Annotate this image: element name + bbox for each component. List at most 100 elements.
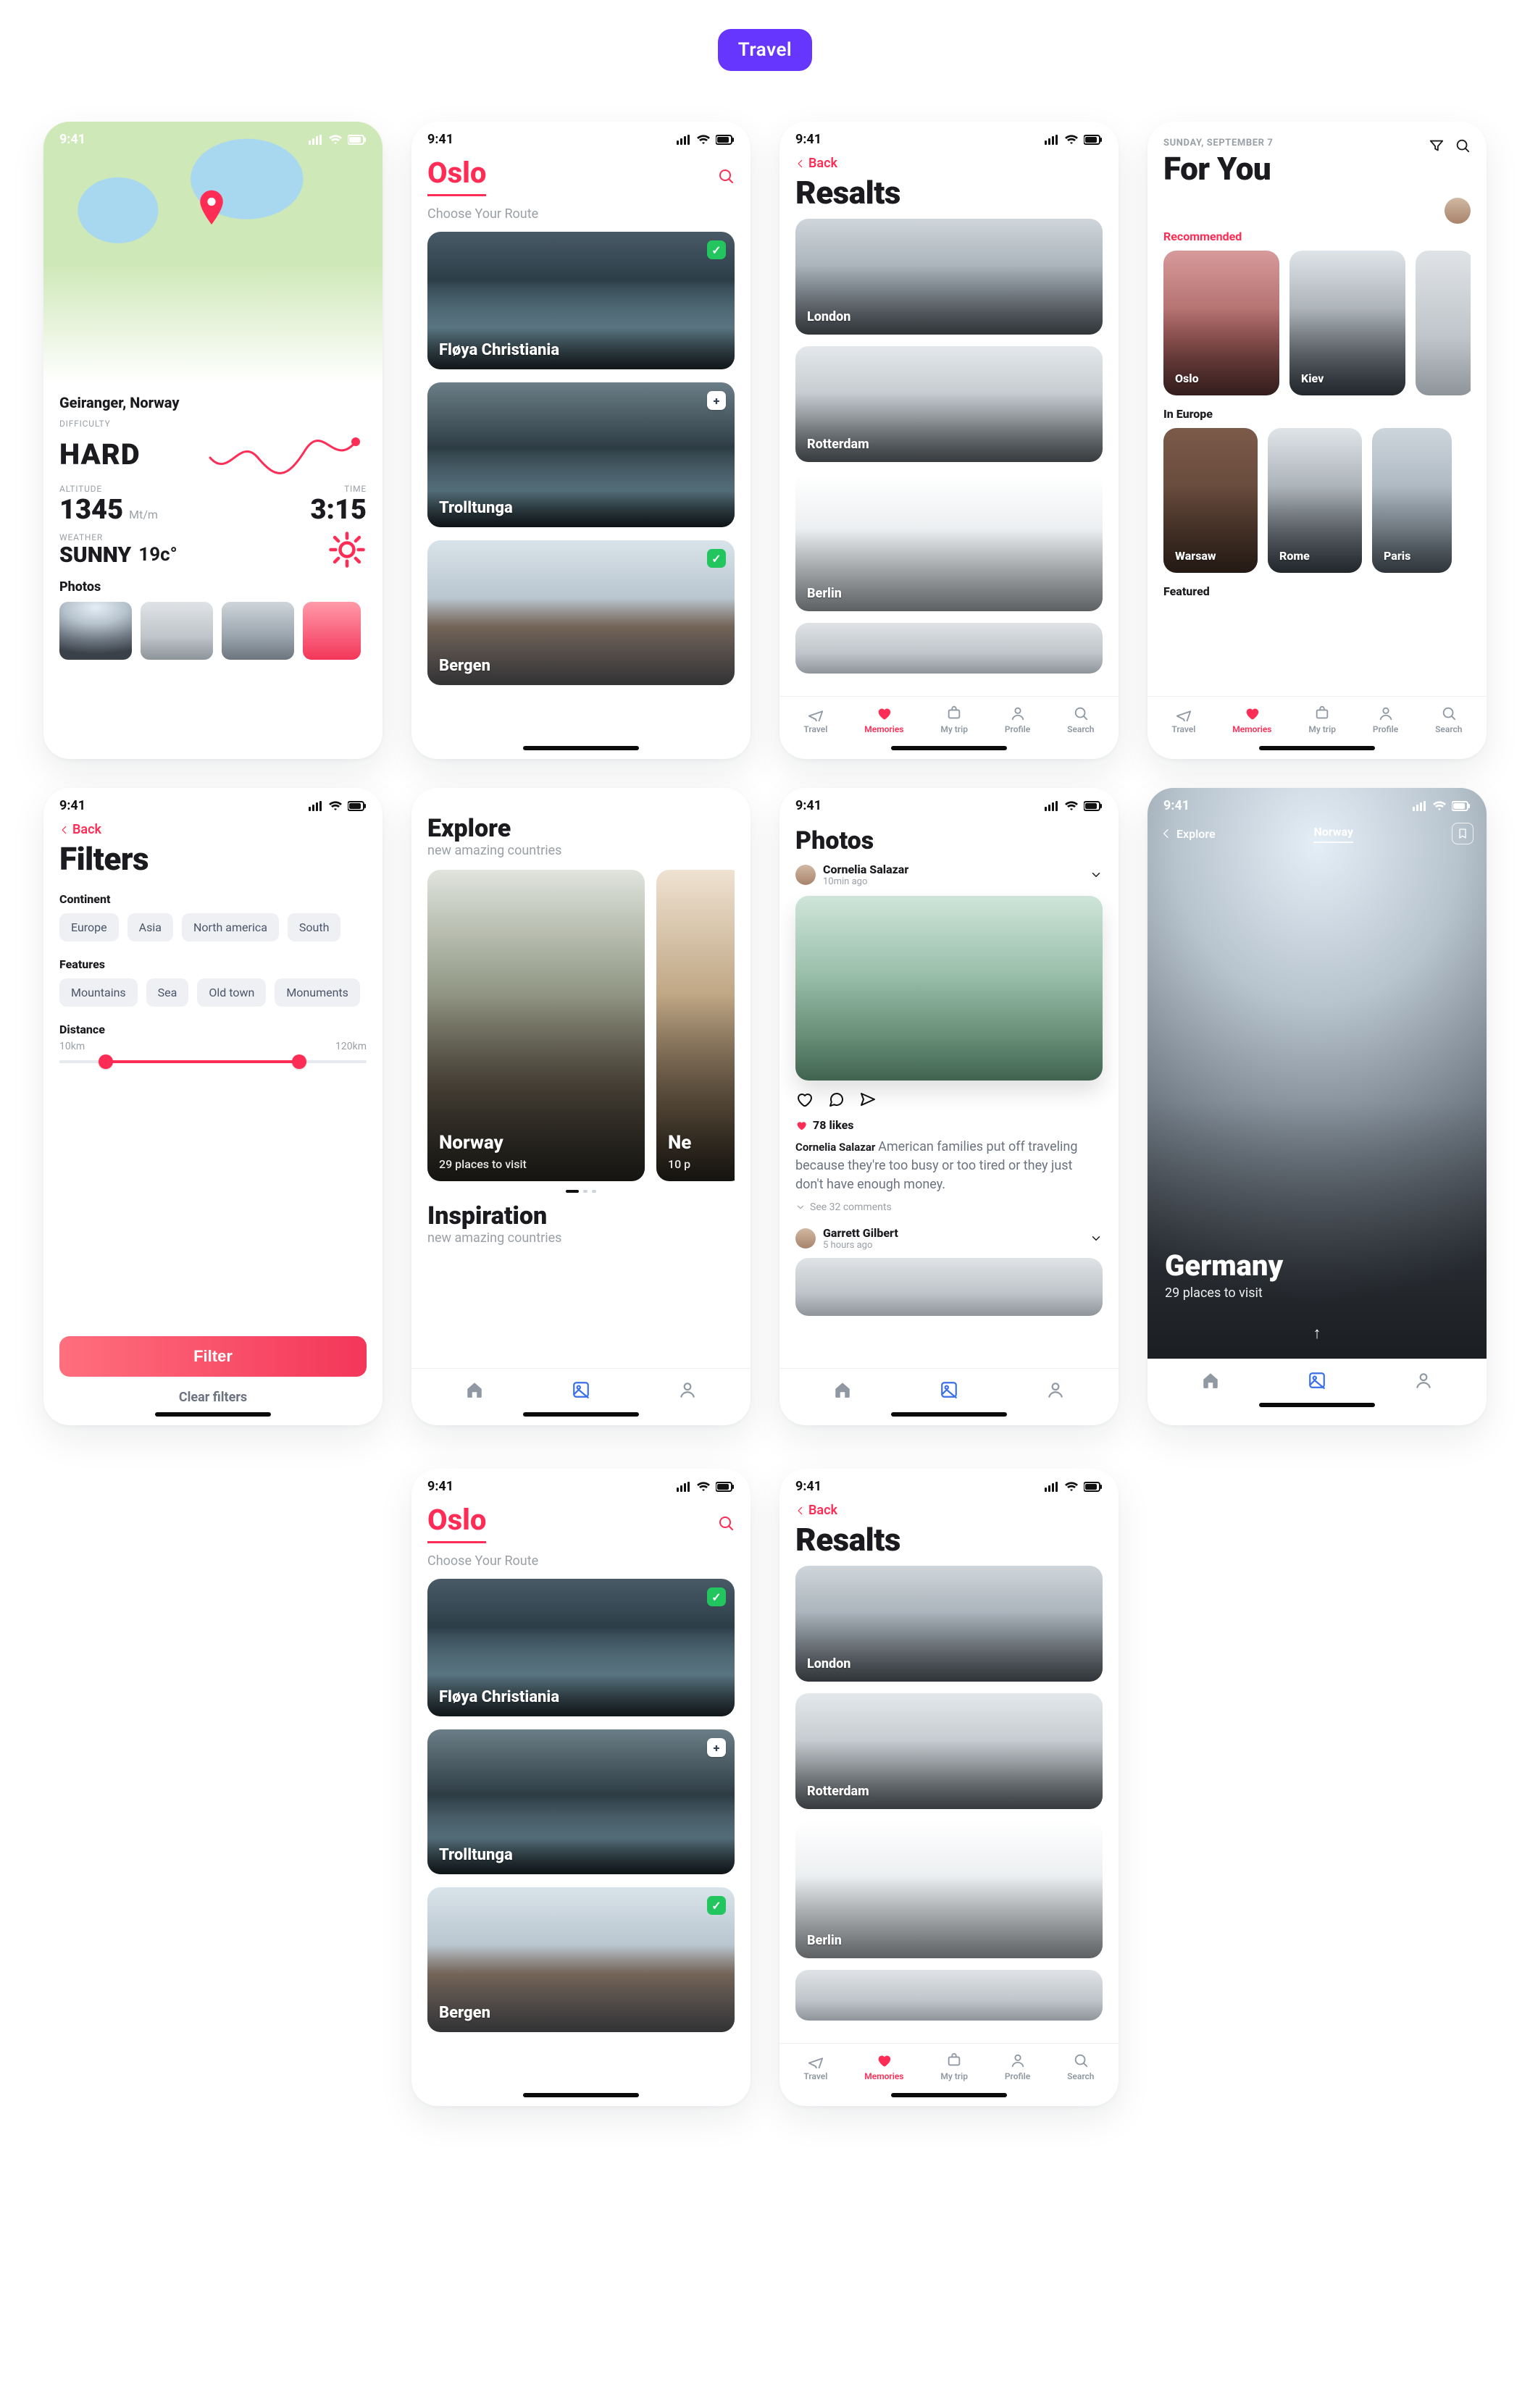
result-card[interactable]: Berlin [795, 474, 1103, 611]
route-card[interactable]: +Trolltunga [427, 1729, 735, 1874]
filter-icon[interactable] [1429, 138, 1445, 154]
date-label: SUNDAY, SEPTEMBER 7 [1163, 138, 1273, 148]
tab-profile[interactable]: Profile [1005, 2052, 1030, 2081]
avatar[interactable] [795, 1228, 816, 1249]
like-icon[interactable] [795, 1091, 813, 1108]
filter-button[interactable]: Filter [59, 1336, 367, 1377]
tab-travel[interactable]: Travel [803, 705, 827, 734]
status-time: 9:41 [427, 1479, 453, 1494]
tab-my-trip[interactable]: My trip [1308, 705, 1336, 734]
plus-icon[interactable]: + [707, 391, 726, 410]
arrow-up-icon[interactable]: ↑ [1313, 1325, 1321, 1343]
tab-home[interactable] [465, 1380, 484, 1399]
route-card[interactable]: + Trolltunga [427, 382, 735, 527]
post-author[interactable]: Cornelia Salazar [823, 863, 1082, 876]
tab-profile[interactable]: Profile [1373, 705, 1398, 734]
back-button[interactable]: Back [59, 822, 367, 837]
eu-card[interactable]: Paris [1372, 428, 1452, 573]
tab-my-trip[interactable]: My trip [940, 705, 968, 734]
result-card[interactable]: Berlin [795, 1821, 1103, 1958]
photo-thumb[interactable] [222, 602, 294, 660]
tab-travel[interactable]: Travel [803, 2052, 827, 2081]
result-card[interactable]: Rotterdam [795, 1693, 1103, 1809]
tab-home[interactable] [1201, 1371, 1220, 1390]
search-icon[interactable] [717, 1514, 735, 1532]
chip[interactable]: Sea [146, 978, 189, 1007]
photo-thumb[interactable] [141, 602, 213, 660]
post-image[interactable] [795, 1258, 1103, 1316]
avatar[interactable] [1445, 198, 1471, 224]
check-icon: ✓ [707, 549, 726, 568]
result-card[interactable]: Rotterdam [795, 346, 1103, 462]
rec-card[interactable]: Kiev [1289, 251, 1405, 395]
route-card[interactable]: ✓ Bergen [427, 540, 735, 685]
chip[interactable]: Europe [59, 913, 119, 941]
rec-card[interactable] [1416, 251, 1471, 395]
route-card[interactable]: ✓Bergen [427, 1887, 735, 2032]
explore-card[interactable]: Norway 29 places to visit [427, 870, 645, 1181]
category-pill: Travel [718, 29, 812, 71]
home-indicator [155, 1412, 271, 1417]
clear-filters-link[interactable]: Clear filters [59, 1390, 367, 1405]
comment-icon[interactable] [827, 1091, 845, 1108]
tab-profile[interactable] [1414, 1371, 1433, 1390]
distance-slider[interactable] [59, 1052, 367, 1071]
send-icon[interactable] [859, 1091, 877, 1108]
result-card[interactable]: London [795, 1566, 1103, 1682]
tab-my-trip[interactable]: My trip [940, 2052, 968, 2081]
tab-gallery[interactable] [940, 1380, 958, 1399]
rec-card[interactable]: Oslo [1163, 251, 1279, 395]
screen-filters: 9:41 Back Filters Continent Europe Asia … [43, 788, 382, 1425]
plus-icon[interactable]: + [707, 1738, 726, 1757]
chip[interactable]: Mountains [59, 978, 138, 1007]
chip[interactable]: Old town [197, 978, 266, 1007]
tab-travel[interactable]: Travel [1171, 705, 1195, 734]
tab-gallery[interactable] [1308, 1371, 1326, 1390]
see-comments-link[interactable]: See 32 comments [795, 1201, 1103, 1213]
eu-card[interactable]: Rome [1268, 428, 1362, 573]
tab-memories[interactable]: Memories [864, 705, 903, 734]
post-author[interactable]: Garrett Gilbert [823, 1226, 1082, 1240]
eu-card[interactable]: Warsaw [1163, 428, 1258, 573]
chip[interactable]: Monuments [275, 978, 360, 1007]
photo-thumb[interactable] [59, 602, 132, 660]
back-button[interactable]: Back [795, 1503, 1103, 1518]
tab-profile[interactable]: Profile [1005, 705, 1030, 734]
route-card[interactable]: ✓ Fløya Christiania [427, 232, 735, 369]
tab-profile[interactable] [1046, 1380, 1065, 1399]
explore-card[interactable]: Ne 10 p [656, 870, 735, 1181]
tab-memories[interactable]: Memories [1232, 705, 1271, 734]
tab-memories[interactable]: Memories [864, 2052, 903, 2081]
tab-search[interactable]: Search [1435, 705, 1462, 734]
section-recommended: Recommended [1163, 230, 1471, 243]
page-title: Photos [795, 826, 1103, 855]
screen-routes: 9:41 Oslo Choose Your Route ✓ [411, 122, 751, 759]
photos-row[interactable] [59, 602, 367, 660]
tab-bar [1148, 1359, 1487, 1396]
photo-thumb[interactable] [303, 602, 361, 660]
screen-photos-feed: 9:41 Photos Cornelia Salazar 10min ago [779, 788, 1119, 1425]
chevron-down-icon[interactable] [1090, 1232, 1103, 1245]
result-card[interactable] [795, 1970, 1103, 2021]
tab-search[interactable]: Search [1067, 2052, 1094, 2081]
search-icon[interactable] [717, 167, 735, 185]
tab-search[interactable]: Search [1067, 705, 1094, 734]
back-button[interactable]: Back [795, 156, 1103, 171]
post-image[interactable] [795, 896, 1103, 1081]
chip[interactable]: South [288, 913, 341, 941]
chip[interactable]: North america [182, 913, 279, 941]
tab-home[interactable] [833, 1380, 852, 1399]
tab-gallery[interactable] [572, 1380, 590, 1399]
result-card[interactable] [795, 623, 1103, 674]
tab-profile[interactable] [678, 1380, 697, 1399]
destination-sub: 29 places to visit [1165, 1285, 1283, 1301]
result-card[interactable]: London [795, 219, 1103, 335]
avatar[interactable] [795, 865, 816, 885]
search-icon[interactable] [1455, 138, 1471, 154]
route-card[interactable]: ✓Fløya Christiania [427, 1579, 735, 1716]
chevron-down-icon[interactable] [1090, 868, 1103, 881]
back-label: Back [808, 156, 837, 171]
caption-author[interactable]: Cornelia Salazar [795, 1141, 875, 1154]
tab-bar: Travel Memories My trip Profile Search [779, 2043, 1119, 2086]
chip[interactable]: Asia [128, 913, 173, 941]
